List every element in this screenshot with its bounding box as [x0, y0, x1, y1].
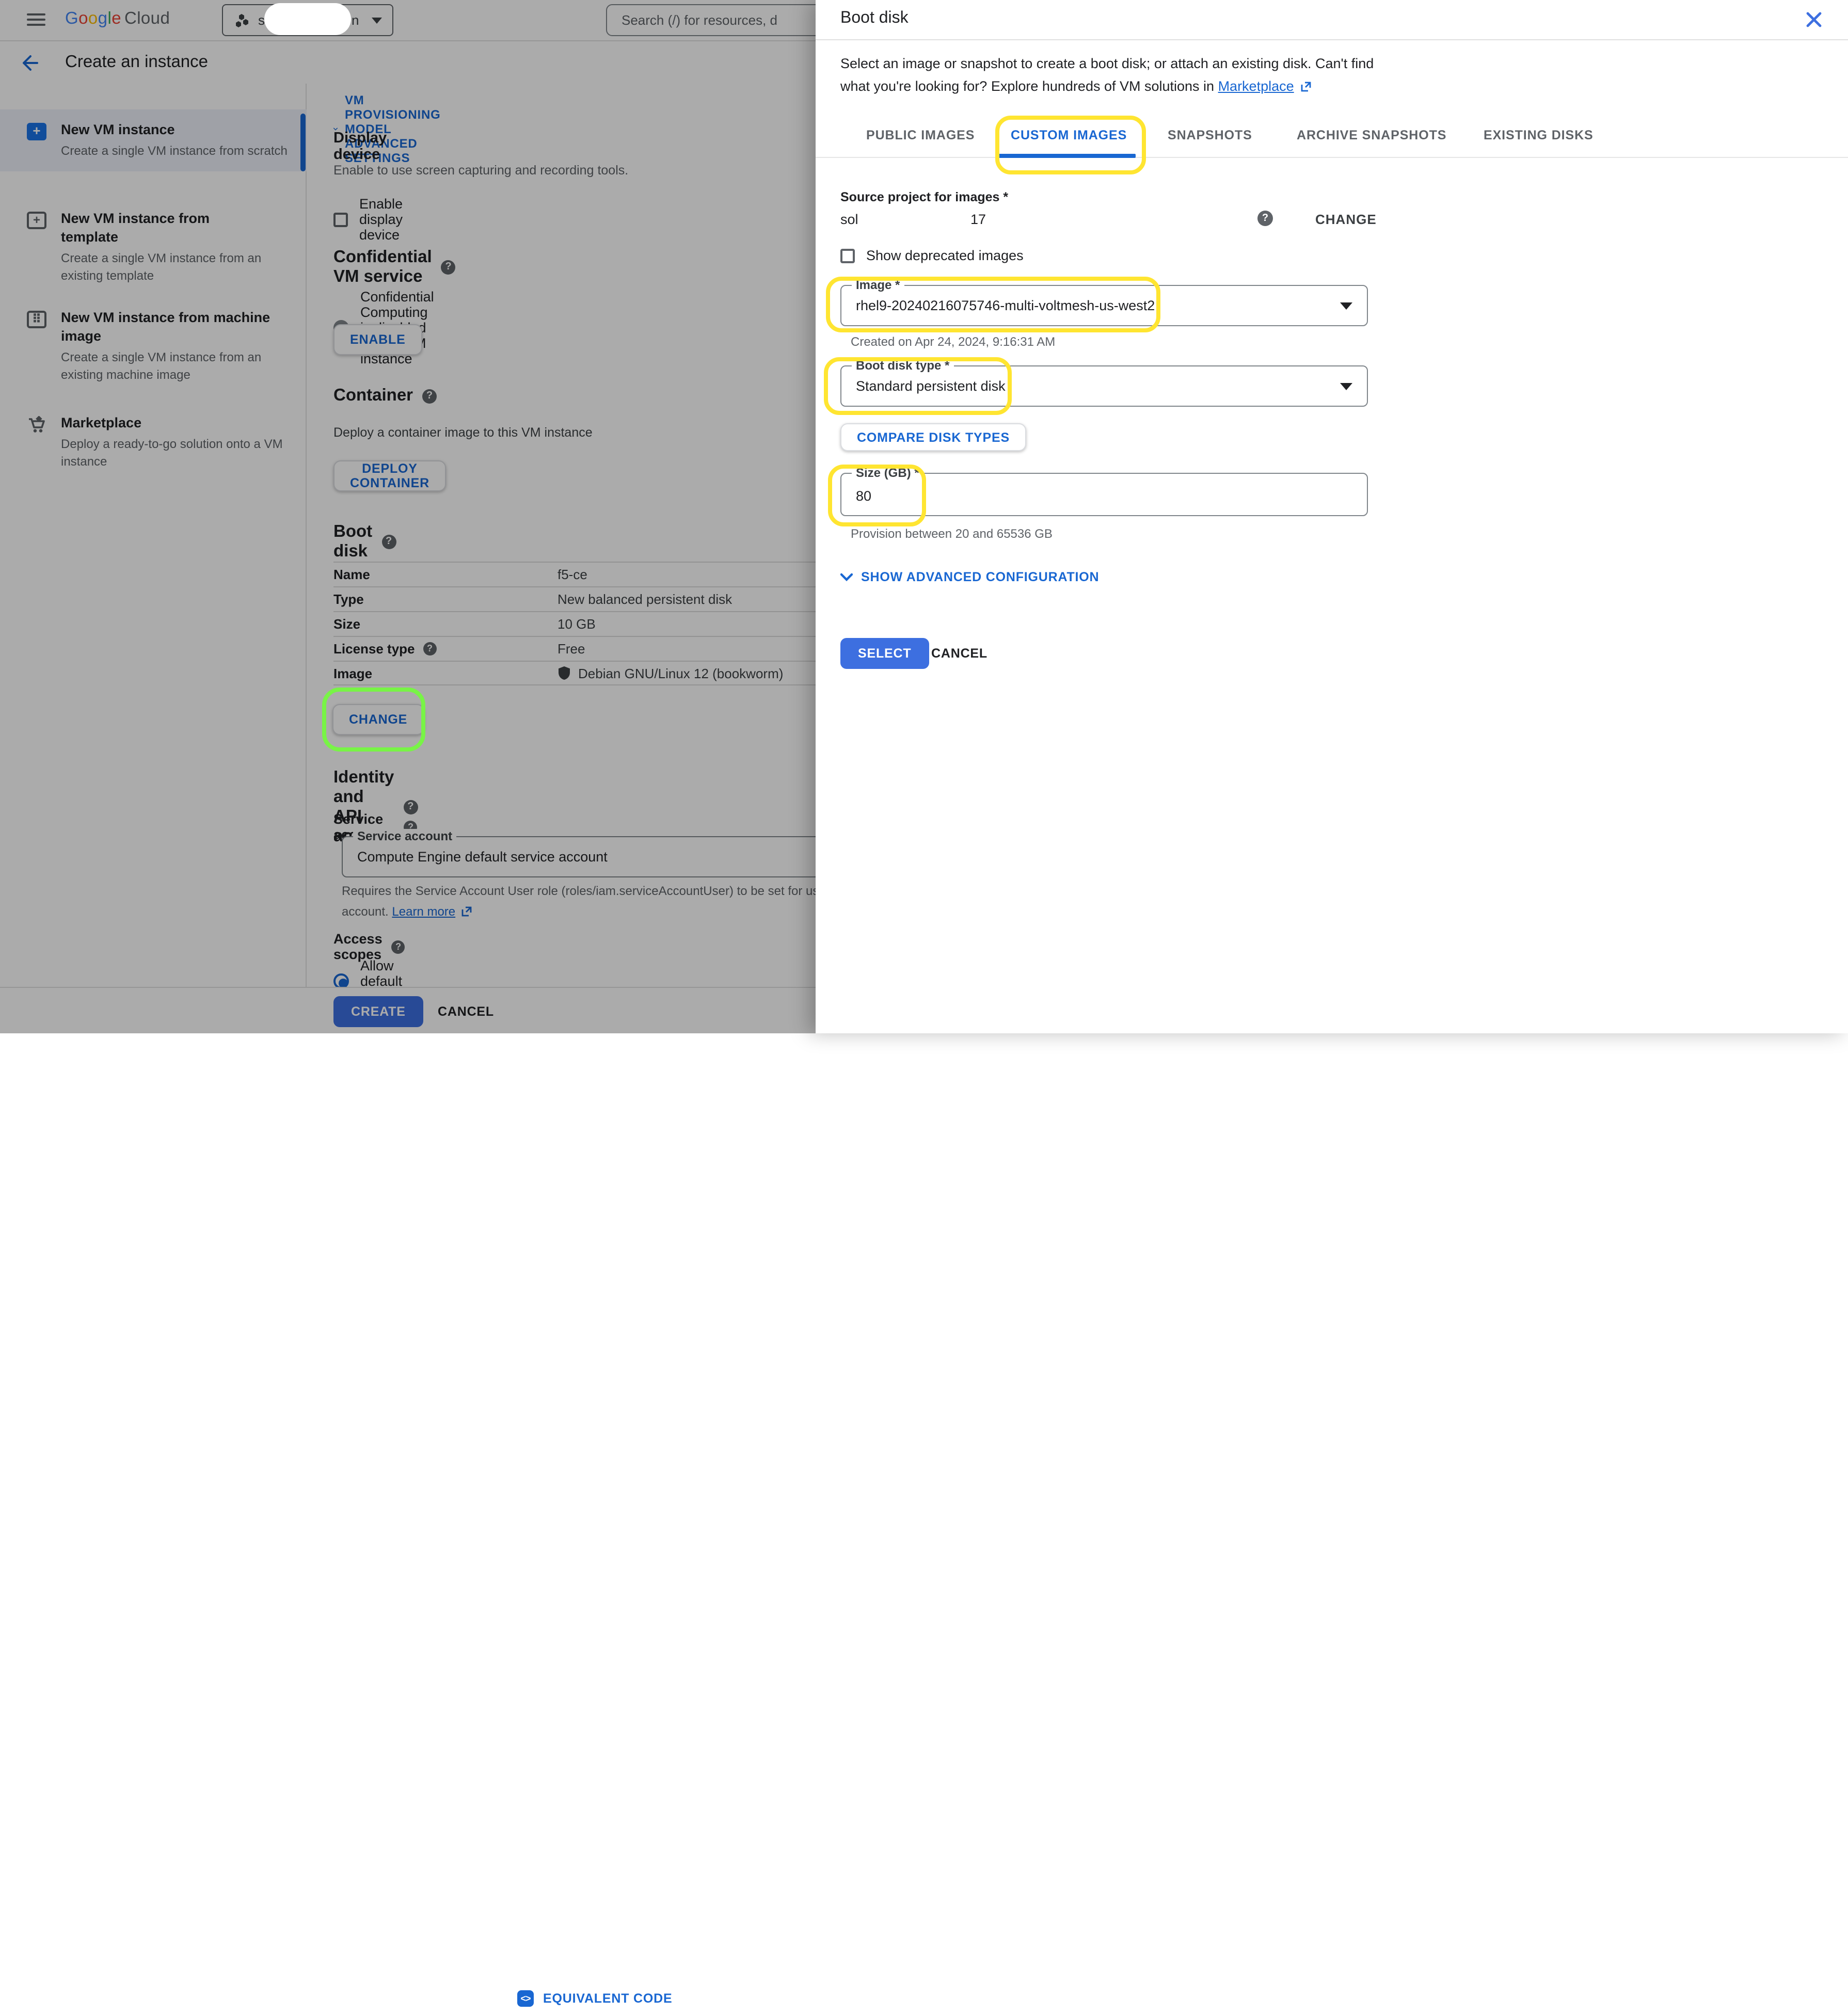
marketplace-link[interactable]: Marketplace: [1218, 78, 1294, 94]
tab-snapshots[interactable]: SNAPSHOTS: [1168, 114, 1252, 157]
show-advanced-configuration-toggle[interactable]: SHOW ADVANCED CONFIGURATION: [840, 570, 1099, 584]
tab-archive-snapshots[interactable]: ARCHIVE SNAPSHOTS: [1297, 114, 1446, 157]
show-deprecated-row: Show deprecated images: [840, 248, 1024, 263]
code-icon: <>: [517, 1990, 534, 2007]
show-deprecated-checkbox[interactable]: [840, 248, 855, 263]
checkbox-label: Show deprecated images: [866, 248, 1024, 263]
size-helper: Provision between 20 and 65536 GB: [851, 526, 1053, 541]
field-label: Size (GB) *: [852, 466, 923, 481]
image-created-helper: Created on Apr 24, 2024, 9:16:31 AM: [851, 334, 1055, 349]
size-input[interactable]: [856, 482, 1341, 509]
size-gb-field: Size (GB) *: [840, 473, 1368, 516]
panel-desc-line2: what you're looking for? Explore hundred…: [840, 78, 1311, 94]
image-select[interactable]: Image * rhel9-20240216075746-multi-voltm…: [840, 285, 1368, 326]
dropdown-caret-icon: [1340, 302, 1352, 310]
equivalent-code-button[interactable]: <> EQUIVALENT CODE: [517, 1983, 672, 2014]
field-label: Image *: [852, 278, 904, 293]
change-source-project-button[interactable]: CHANGE: [1315, 212, 1377, 227]
active-tab-indicator: [998, 154, 1136, 158]
field-label: Boot disk type *: [852, 358, 953, 374]
panel-cancel-button[interactable]: CANCEL: [931, 638, 987, 669]
advanced-config-label: SHOW ADVANCED CONFIGURATION: [861, 570, 1099, 584]
equivalent-code-label: EQUIVALENT CODE: [543, 1991, 672, 2006]
chevron-down-icon: [840, 573, 853, 581]
panel-title: Boot disk: [840, 9, 909, 28]
external-link-icon: [1301, 82, 1311, 92]
field-value: Standard persistent disk: [856, 378, 1006, 394]
source-project-value-prefix: sol: [840, 212, 858, 227]
select-button[interactable]: SELECT: [840, 638, 929, 669]
compare-disk-types-button[interactable]: COMPARE DISK TYPES: [840, 423, 1026, 451]
panel-tabs: PUBLIC IMAGES CUSTOM IMAGES SNAPSHOTS AR…: [816, 114, 1848, 158]
panel-desc-line1: Select an image or snapshot to create a …: [840, 56, 1374, 71]
desc-text: what you're looking for? Explore hundred…: [840, 78, 1218, 94]
dropdown-caret-icon: [1340, 383, 1352, 390]
help-icon[interactable]: ?: [1257, 211, 1273, 226]
field-value: rhel9-20240216075746-multi-voltmesh-us-w…: [856, 298, 1155, 313]
divider: [816, 39, 1848, 40]
boot-disk-type-select[interactable]: Boot disk type * Standard persistent dis…: [840, 365, 1368, 407]
tab-custom-images[interactable]: CUSTOM IMAGES: [1011, 114, 1127, 157]
tab-existing-disks[interactable]: EXISTING DISKS: [1484, 114, 1594, 157]
close-icon[interactable]: [1805, 10, 1823, 29]
source-project-label: Source project for images *: [840, 190, 1008, 204]
tab-public-images[interactable]: PUBLIC IMAGES: [866, 114, 975, 157]
boot-disk-panel: Boot disk Select an image or snapshot to…: [816, 0, 1848, 1033]
source-project-value-suffix: 17: [970, 212, 986, 227]
